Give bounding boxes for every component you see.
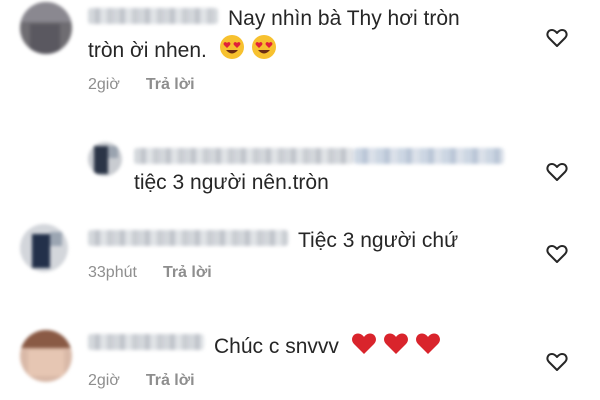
username-blurred-secondary <box>354 148 504 164</box>
comment-time: 33phút <box>88 264 137 281</box>
heart-outline-icon[interactable] <box>546 162 568 182</box>
reply-button[interactable]: Trả lời <box>146 76 195 93</box>
avatar[interactable] <box>20 330 72 382</box>
heart-outline-icon[interactable] <box>546 28 568 48</box>
heart-eyes-emoji <box>219 35 244 59</box>
comment-time: 2giờ <box>88 372 120 389</box>
username-blurred[interactable] <box>88 334 204 350</box>
comment-text-line1: Nay nhìn bà Thy hơi tròn <box>228 7 460 30</box>
heart-outline-icon[interactable] <box>546 352 568 372</box>
comment-item: Nay nhìn bà Thy hơi tròn tròn ời nhen. 2… <box>0 0 600 110</box>
username-blurred[interactable] <box>88 230 288 246</box>
comment-time: 2giờ <box>88 76 120 93</box>
username-blurred[interactable] <box>88 8 218 24</box>
username-blurred[interactable] <box>134 148 354 164</box>
reply-button[interactable]: Trả lời <box>146 372 195 389</box>
heart-eyes-emoji <box>251 35 276 59</box>
comment-text: tiệc 3 người nên.tròn <box>134 171 329 194</box>
reply-comment-item: tiệc 3 người nên.tròn <box>0 140 600 200</box>
red-heart-emoji <box>415 333 440 354</box>
avatar[interactable] <box>20 2 72 54</box>
comment-text-continued: tròn ời nhen. <box>88 34 277 64</box>
comment-text-body: Chúc c snvvv <box>214 335 339 358</box>
reply-button[interactable]: Trả lời <box>163 264 212 281</box>
comment-text: Chúc c snvvv <box>214 332 441 360</box>
avatar[interactable] <box>88 142 122 176</box>
red-heart-emoji <box>383 333 408 354</box>
avatar[interactable] <box>20 224 68 272</box>
comment-text: Nay nhìn bà Thy hơi tròn <box>228 6 460 32</box>
comment-meta: 2giờ Trả lời <box>88 372 195 390</box>
comment-text-line2: tròn ời nhen. <box>88 39 207 62</box>
comment-item: Tiệc 3 người chứ 33phút Trả lời <box>0 220 600 290</box>
comment-meta: 2giờ Trả lời <box>88 76 195 94</box>
comment-text: Tiệc 3 người chứ <box>298 229 459 252</box>
comment-item: Chúc c snvvv 2giờ Trả lời <box>0 320 600 400</box>
comment-meta: 33phút Trả lời <box>88 264 212 282</box>
red-heart-emoji <box>351 333 376 354</box>
heart-outline-icon[interactable] <box>546 244 568 264</box>
